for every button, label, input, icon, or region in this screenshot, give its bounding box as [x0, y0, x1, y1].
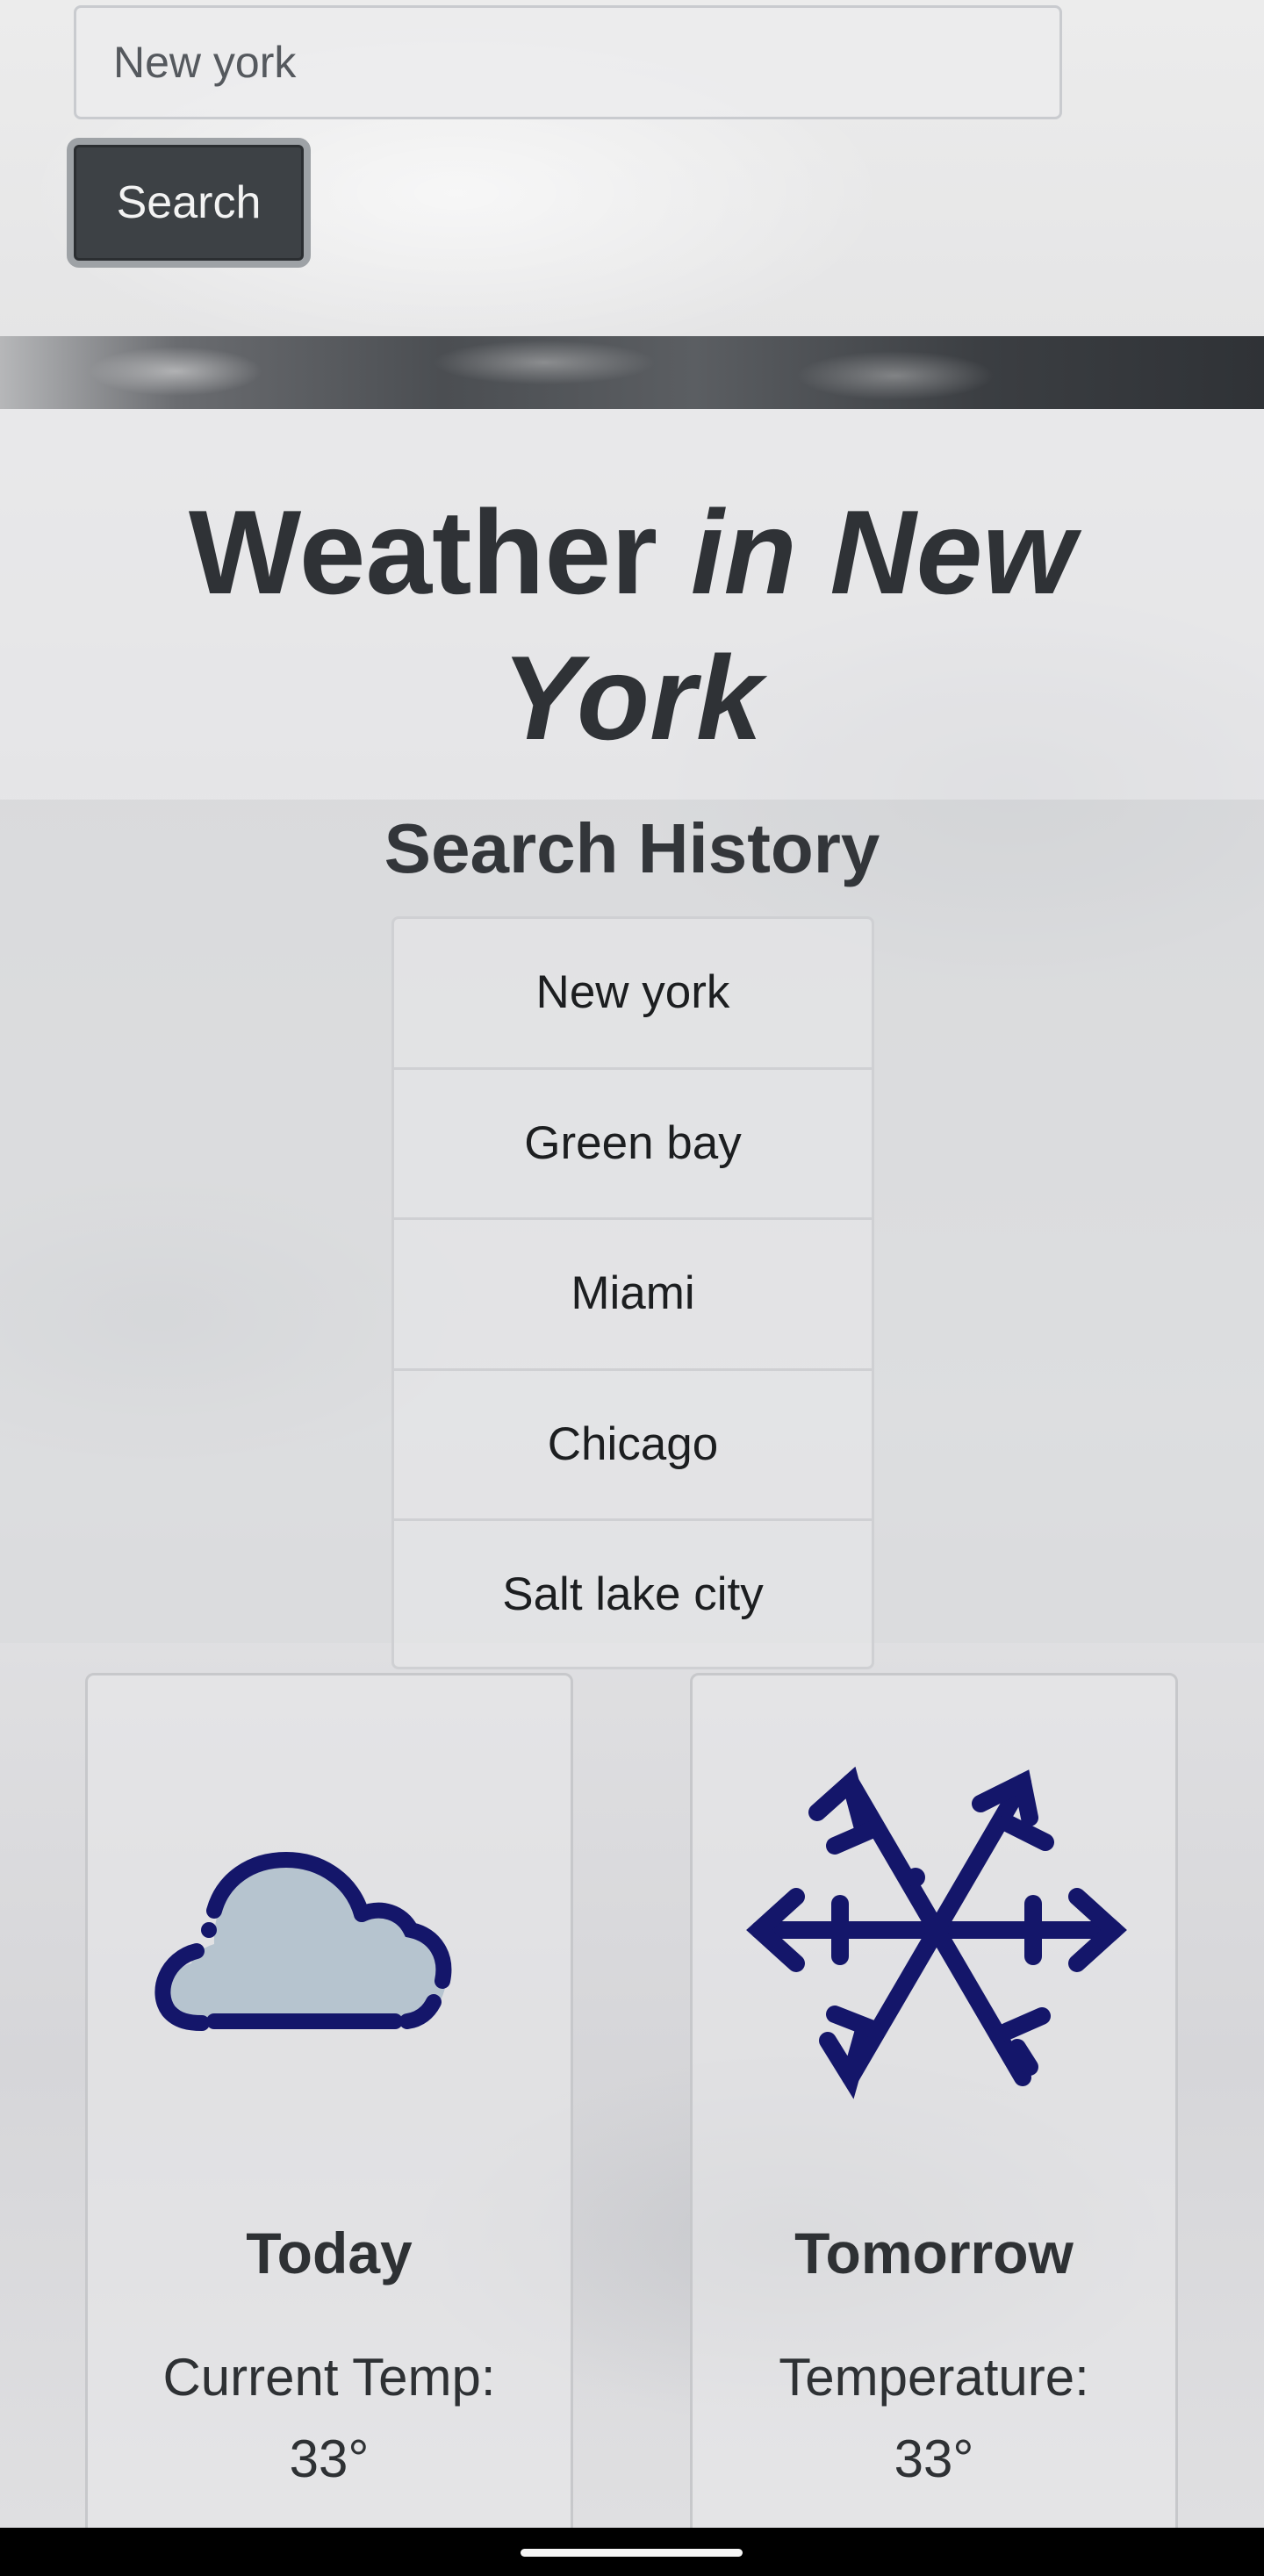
history-item[interactable]: Salt lake city — [394, 1521, 872, 1667]
history-item[interactable]: Green bay — [394, 1070, 872, 1220]
tomorrow-temp-value: 33° — [894, 2429, 974, 2488]
title-prefix: Weather — [188, 485, 691, 619]
search-input[interactable] — [74, 5, 1062, 119]
home-indicator[interactable] — [521, 2549, 743, 2557]
history-item[interactable]: New york — [394, 919, 872, 1070]
current-temp-value: 33° — [289, 2429, 370, 2488]
title-city-line1: in New — [690, 485, 1076, 619]
title-section: Weather in New York — [0, 409, 1264, 800]
history-item[interactable]: Miami — [394, 1220, 872, 1371]
snowflake-icon — [746, 1766, 1127, 2099]
card-title-today: Today — [246, 2221, 413, 2285]
search-history-heading: Search History — [384, 809, 880, 887]
title-city-line2: York — [501, 631, 763, 764]
forecast-card-tomorrow: Tomorrow Temperature: 33° — [690, 1673, 1178, 2559]
search-history-list: New york Green bay Miami Chicago Salt la… — [391, 916, 874, 1669]
card-title-tomorrow: Tomorrow — [794, 2221, 1074, 2285]
cloud-icon — [154, 1851, 452, 2031]
history-item[interactable]: Chicago — [394, 1371, 872, 1521]
system-nav-bar — [0, 2528, 1264, 2576]
search-history-section: Search History New york Green bay Miami … — [0, 800, 1264, 1669]
cloud-banner — [0, 336, 1264, 409]
current-temp-label: Current Temp: — [162, 2348, 496, 2407]
forecast-card-today: Today Current Temp: 33° — [85, 1673, 573, 2559]
tomorrow-temp-label: Temperature: — [779, 2348, 1089, 2407]
page-title: Weather in New York — [140, 479, 1124, 771]
search-button[interactable]: Search — [67, 138, 311, 268]
